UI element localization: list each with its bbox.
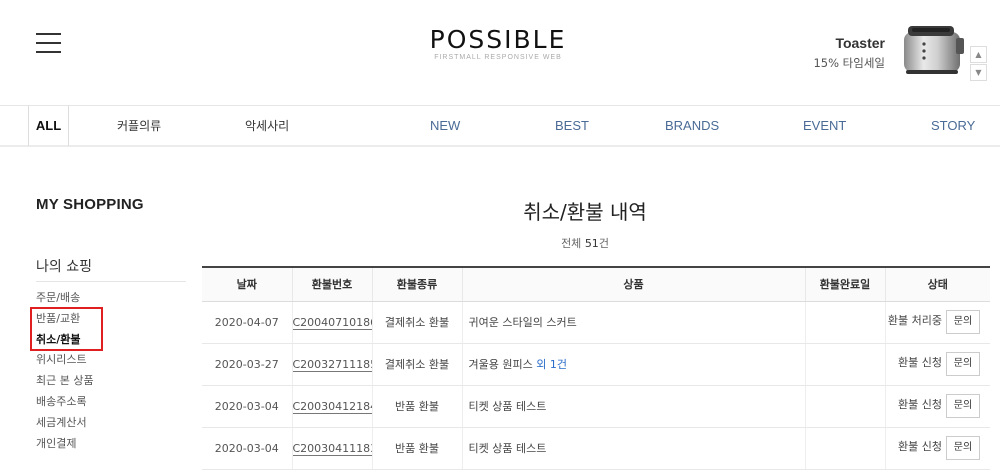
promo-subtitle: 15% 타임세일: [813, 56, 885, 70]
product-name[interactable]: 귀여운 스타일의 스커트: [469, 316, 577, 329]
nav-item-best[interactable]: BEST: [555, 106, 589, 146]
column-header-date: 날짜: [202, 266, 292, 302]
cell-refund-number: C20030412184: [291, 385, 372, 428]
chevron-up-icon[interactable]: ▲: [970, 46, 987, 63]
sidebar-item-recently-viewed[interactable]: 최근 본 상품: [36, 371, 94, 392]
product-name[interactable]: 겨울용 원피스: [469, 358, 533, 371]
refund-number-link[interactable]: C20030412184: [293, 399, 372, 414]
refund-number-link[interactable]: C20030411183: [293, 441, 372, 456]
nav-item-all[interactable]: ALL: [28, 106, 69, 146]
column-header-completion-date: 환불완료일: [804, 266, 885, 302]
sidebar-section-title: 나의 쇼핑: [36, 259, 92, 275]
cell-product: 티켓 상품 테스트: [461, 385, 805, 428]
chevron-down-icon[interactable]: ▼: [970, 64, 987, 81]
product-name[interactable]: 티켓 상품 테스트: [469, 442, 547, 455]
promo-arrows: ▲ ▼: [970, 46, 987, 82]
cell-date: 2020-03-04: [202, 427, 292, 470]
inquiry-button[interactable]: 문의: [946, 310, 980, 334]
total-number: 51: [584, 237, 599, 250]
total-prefix: 전체: [561, 237, 582, 250]
nav-item-brands[interactable]: BRANDS: [665, 106, 719, 146]
page-title: 취소/환불 내역: [523, 200, 647, 224]
nav-item-event[interactable]: EVENT: [803, 106, 846, 146]
inquiry-button[interactable]: 문의: [946, 352, 980, 376]
cell-refund-type: 결제취소 환불: [371, 343, 462, 386]
logo-text: POSSIBLE: [429, 25, 567, 54]
status-text: 환불 신청: [898, 398, 942, 411]
category-nav: ALL 커플의류 악세사리 NEW BEST BRANDS EVENT STOR…: [0, 105, 1000, 147]
table-header-row: 날짜 환불번호 환불종류 상품 환불완료일 상태: [202, 266, 990, 302]
sidebar-item-tax-invoice[interactable]: 세금계산서: [36, 413, 94, 434]
status-text: 환불 신청: [898, 356, 942, 369]
product-name[interactable]: 티켓 상품 테스트: [469, 400, 547, 413]
logo-subtitle: FIRSTMALL RESPONSIVE WEB: [434, 54, 562, 61]
total-suffix: 건: [598, 237, 609, 250]
sidebar-item-personal-payment[interactable]: 개인결제: [36, 434, 94, 455]
sidebar-title: MY SHOPPING: [36, 196, 144, 213]
cell-completion-date: [804, 385, 885, 428]
column-header-product: 상품: [461, 266, 805, 302]
product-more[interactable]: 외 1건: [536, 358, 567, 371]
table-row: 2020-04-07 C20040710186 결제취소 환불 귀여운 스타일의…: [202, 301, 990, 344]
nav-item-accessories[interactable]: 악세사리: [245, 106, 289, 146]
inquiry-button[interactable]: 문의: [946, 394, 980, 418]
nav-item-story[interactable]: STORY: [931, 106, 975, 146]
cell-refund-number: C20030411183: [291, 427, 372, 470]
cell-refund-number: C20040710186: [291, 301, 372, 344]
site-header: POSSIBLE FIRSTMALL RESPONSIVE WEB Toaste…: [0, 0, 1000, 105]
refund-table: 날짜 환불번호 환불종류 상품 환불완료일 상태 2020-04-07 C200…: [202, 266, 990, 470]
cell-date: 2020-04-07: [202, 301, 292, 344]
column-header-refund-number: 환불번호: [291, 266, 372, 302]
cell-date: 2020-03-04: [202, 385, 292, 428]
cell-completion-date: [804, 343, 885, 386]
column-header-refund-type: 환불종류: [371, 266, 462, 302]
sidebar-item-orders[interactable]: 주문/배송: [36, 288, 94, 309]
cell-refund-type: 결제취소 환불: [371, 301, 462, 344]
cell-completion-date: [804, 301, 885, 344]
cell-status: 환불 신청 문의: [884, 343, 990, 386]
cell-refund-number: C20032711185: [291, 343, 372, 386]
refund-number-link[interactable]: C20040710186: [293, 315, 372, 330]
table-row: 2020-03-04 C20030411183 반품 환불 티켓 상품 테스트 …: [202, 427, 990, 470]
status-text: 환불 처리중: [887, 314, 942, 327]
status-text: 환불 신청: [898, 440, 942, 453]
column-header-status: 상태: [884, 266, 990, 302]
cell-product: 티켓 상품 테스트: [461, 427, 805, 470]
cell-date: 2020-03-27: [202, 343, 292, 386]
promo-banner[interactable]: Toaster 15% 타임세일: [813, 35, 885, 71]
cell-status: 환불 처리중 문의: [884, 301, 990, 344]
cell-status: 환불 신청 문의: [884, 385, 990, 428]
total-count: 전체 51건: [200, 235, 970, 251]
cell-completion-date: [804, 427, 885, 470]
nav-item-new[interactable]: NEW: [430, 106, 460, 146]
refund-number-link[interactable]: C20032711185: [293, 357, 372, 372]
cell-product: 겨울용 원피스 외 1건: [461, 343, 805, 386]
promo-title: Toaster: [835, 35, 885, 51]
cell-product: 귀여운 스타일의 스커트: [461, 301, 805, 344]
cell-refund-type: 반품 환불: [371, 427, 462, 470]
toaster-product-image[interactable]: [900, 22, 966, 78]
cell-refund-type: 반품 환불: [371, 385, 462, 428]
sidebar-divider: [36, 281, 186, 282]
sidebar-item-wishlist[interactable]: 위시리스트: [36, 350, 94, 371]
cell-status: 환불 신청 문의: [884, 427, 990, 470]
inquiry-button[interactable]: 문의: [946, 436, 980, 460]
site-logo[interactable]: POSSIBLE FIRSTMALL RESPONSIVE WEB: [398, 25, 598, 62]
sidebar-item-address-book[interactable]: 배송주소록: [36, 392, 94, 413]
menu-icon[interactable]: [36, 33, 61, 53]
nav-item-couple-clothing[interactable]: 커플의류: [117, 106, 161, 146]
table-row: 2020-03-27 C20032711185 결제취소 환불 겨울용 원피스 …: [202, 343, 990, 386]
highlight-annotation-box: [30, 307, 103, 351]
table-row: 2020-03-04 C20030412184 반품 환불 티켓 상품 테스트 …: [202, 385, 990, 428]
